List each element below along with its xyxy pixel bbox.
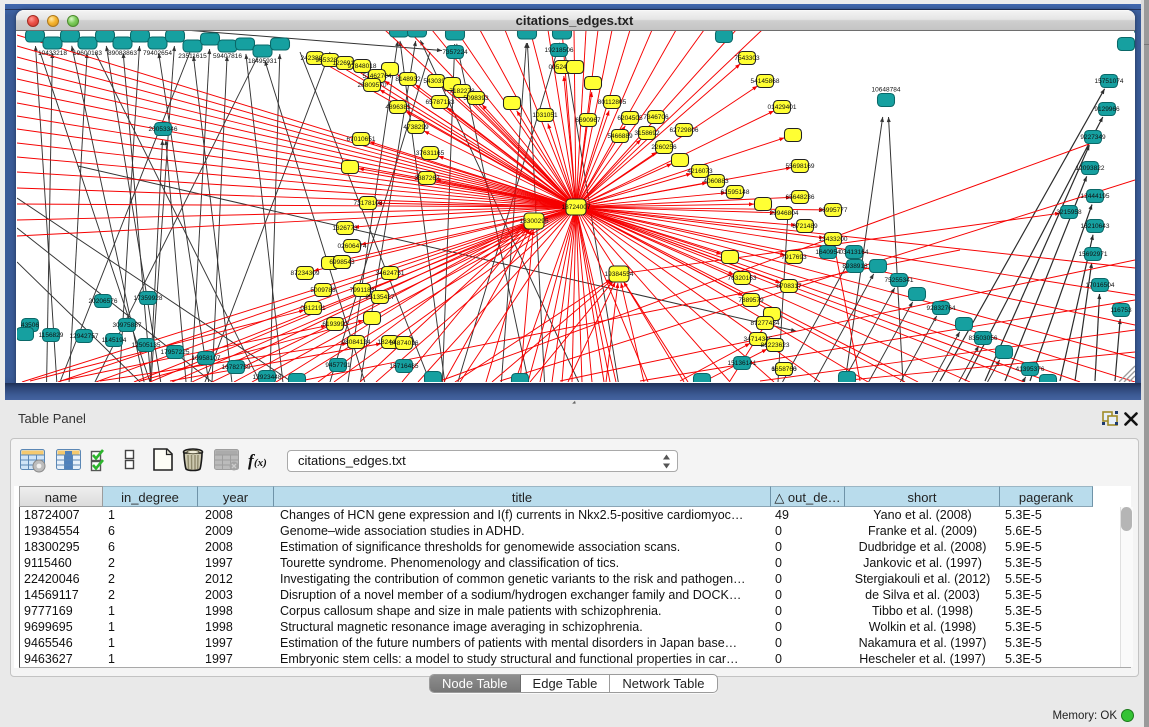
- svg-text:1031051: 1031051: [532, 112, 558, 119]
- svg-text:6193990: 6193990: [322, 321, 348, 328]
- svg-text:12942757: 12942757: [70, 333, 99, 340]
- svg-text:79402654: 79402654: [143, 50, 172, 57]
- svg-text:34624751: 34624751: [376, 270, 405, 277]
- svg-text:12923448: 12923448: [253, 374, 282, 381]
- svg-text:54145868: 54145868: [751, 78, 780, 85]
- svg-text:20206576: 20206576: [89, 298, 118, 305]
- svg-text:6204505: 6204505: [617, 115, 643, 122]
- svg-text:7357224: 7357224: [442, 49, 468, 56]
- svg-text:12444195: 12444195: [1081, 193, 1110, 200]
- svg-text:02606474: 02606474: [338, 243, 367, 250]
- svg-text:15751074: 15751074: [1095, 78, 1124, 85]
- svg-text:4060883: 4060883: [703, 178, 729, 185]
- svg-text:4216073: 4216073: [687, 168, 713, 175]
- svg-text:12505135: 12505135: [132, 342, 161, 349]
- svg-text:8938918: 8938918: [842, 263, 868, 270]
- svg-text:1145194: 1145194: [102, 337, 127, 344]
- svg-text:6658760: 6658760: [771, 366, 797, 373]
- svg-text:15692971: 15692971: [1079, 251, 1108, 258]
- svg-text:7543303: 7543303: [734, 55, 760, 62]
- svg-text:5098393: 5098393: [463, 95, 489, 102]
- svg-text:1326773: 1326773: [332, 225, 358, 232]
- svg-text:73178108: 73178108: [354, 200, 383, 207]
- svg-text:62729806: 62729806: [670, 127, 699, 134]
- svg-text:3387262: 3387262: [414, 175, 440, 182]
- svg-text:12093822: 12093822: [1076, 165, 1105, 172]
- svg-text:55698169: 55698169: [786, 163, 815, 170]
- svg-text:36995777: 36995777: [819, 207, 848, 214]
- svg-text:83503056: 83503056: [969, 335, 998, 342]
- svg-text:80112805: 80112805: [598, 99, 627, 106]
- svg-text:87277434: 87277434: [751, 320, 780, 327]
- svg-text:17016504: 17016504: [1086, 282, 1115, 289]
- svg-text:20053346: 20053346: [149, 126, 178, 133]
- svg-text:18300295: 18300295: [520, 218, 549, 225]
- svg-text:1156829: 1156829: [39, 332, 64, 339]
- svg-text:18724007: 18724007: [562, 204, 591, 211]
- svg-text:0812191: 0812191: [300, 305, 326, 312]
- svg-text:65648236: 65648236: [786, 194, 815, 201]
- svg-text:19384554: 19384554: [605, 271, 634, 278]
- svg-text:9227349: 9227349: [1080, 134, 1106, 141]
- svg-text:7889579: 7889579: [738, 297, 764, 304]
- svg-text:19218506: 19218506: [545, 47, 574, 54]
- svg-text:75255341: 75255341: [885, 277, 914, 284]
- svg-text:5009788: 5009788: [310, 287, 336, 294]
- svg-text:9457791: 9457791: [325, 362, 351, 369]
- svg-text:15136141: 15136141: [728, 360, 757, 367]
- svg-text:3158692: 3158692: [634, 130, 660, 137]
- svg-text:15716485: 15716485: [390, 363, 419, 370]
- svg-text:7991183: 7991183: [350, 287, 375, 294]
- svg-text:8708317: 8708317: [776, 283, 802, 290]
- svg-text:76320163: 76320163: [728, 275, 757, 282]
- svg-text:8148932: 8148932: [395, 76, 421, 83]
- svg-text:25135427: 25135427: [366, 294, 395, 301]
- svg-text:92832764: 92832764: [927, 305, 956, 312]
- svg-text:67010651: 67010651: [347, 136, 376, 143]
- svg-text:4896383: 4896383: [385, 104, 411, 111]
- svg-text:16782759: 16782759: [222, 364, 251, 371]
- svg-text:8721489: 8721489: [792, 223, 818, 230]
- svg-text:7346706: 7346706: [643, 114, 669, 121]
- svg-text:30975887: 30975887: [113, 322, 142, 329]
- svg-text:29946804: 29946804: [770, 210, 799, 217]
- svg-text:5466889: 5466889: [607, 133, 633, 140]
- svg-text:17957225: 17957225: [161, 349, 190, 356]
- svg-text:6998543: 6998543: [329, 259, 355, 266]
- svg-text:34874016: 34874016: [390, 340, 419, 347]
- svg-text:18495931: 18495931: [248, 58, 277, 65]
- svg-text:17359928: 17359928: [134, 295, 163, 302]
- svg-text:10958107: 10958107: [192, 355, 221, 362]
- svg-text:81223623: 81223623: [761, 342, 790, 349]
- svg-text:65787133: 65787133: [426, 99, 455, 106]
- svg-text:16210643: 16210643: [1081, 223, 1110, 230]
- svg-text:37631165: 37631165: [416, 150, 445, 157]
- svg-text:10648784: 10648784: [872, 87, 901, 94]
- svg-text:3215958: 3215958: [1056, 209, 1082, 216]
- svg-text:9129966: 9129966: [1094, 106, 1120, 113]
- svg-text:41395376: 41395376: [1016, 366, 1045, 373]
- svg-text:03413164: 03413164: [840, 249, 869, 256]
- svg-text:10433218: 10433218: [38, 50, 67, 57]
- svg-text:1640954: 1640954: [815, 249, 841, 256]
- svg-text:98084124: 98084124: [342, 339, 371, 346]
- svg-text:6690967: 6690967: [575, 117, 601, 124]
- svg-text:7917693: 7917693: [781, 254, 807, 261]
- svg-text:13433200: 13433200: [819, 236, 848, 243]
- svg-text:28809570: 28809570: [358, 82, 387, 89]
- svg-text:23511615: 23511615: [178, 53, 207, 60]
- svg-text:87234309: 87234309: [291, 270, 320, 277]
- svg-text:01429401: 01429401: [768, 104, 797, 111]
- svg-text:(x): (x): [254, 457, 267, 469]
- svg-text:59407816: 59407816: [213, 53, 242, 60]
- svg-text:2260256: 2260256: [651, 144, 677, 151]
- svg-text:61595148: 61595148: [721, 189, 750, 196]
- svg-text:89083863: 89083863: [108, 50, 137, 57]
- svg-text:116753: 116753: [1110, 307, 1132, 314]
- svg-text:4738299: 4738299: [403, 124, 429, 131]
- svg-text:19600133: 19600133: [73, 50, 102, 57]
